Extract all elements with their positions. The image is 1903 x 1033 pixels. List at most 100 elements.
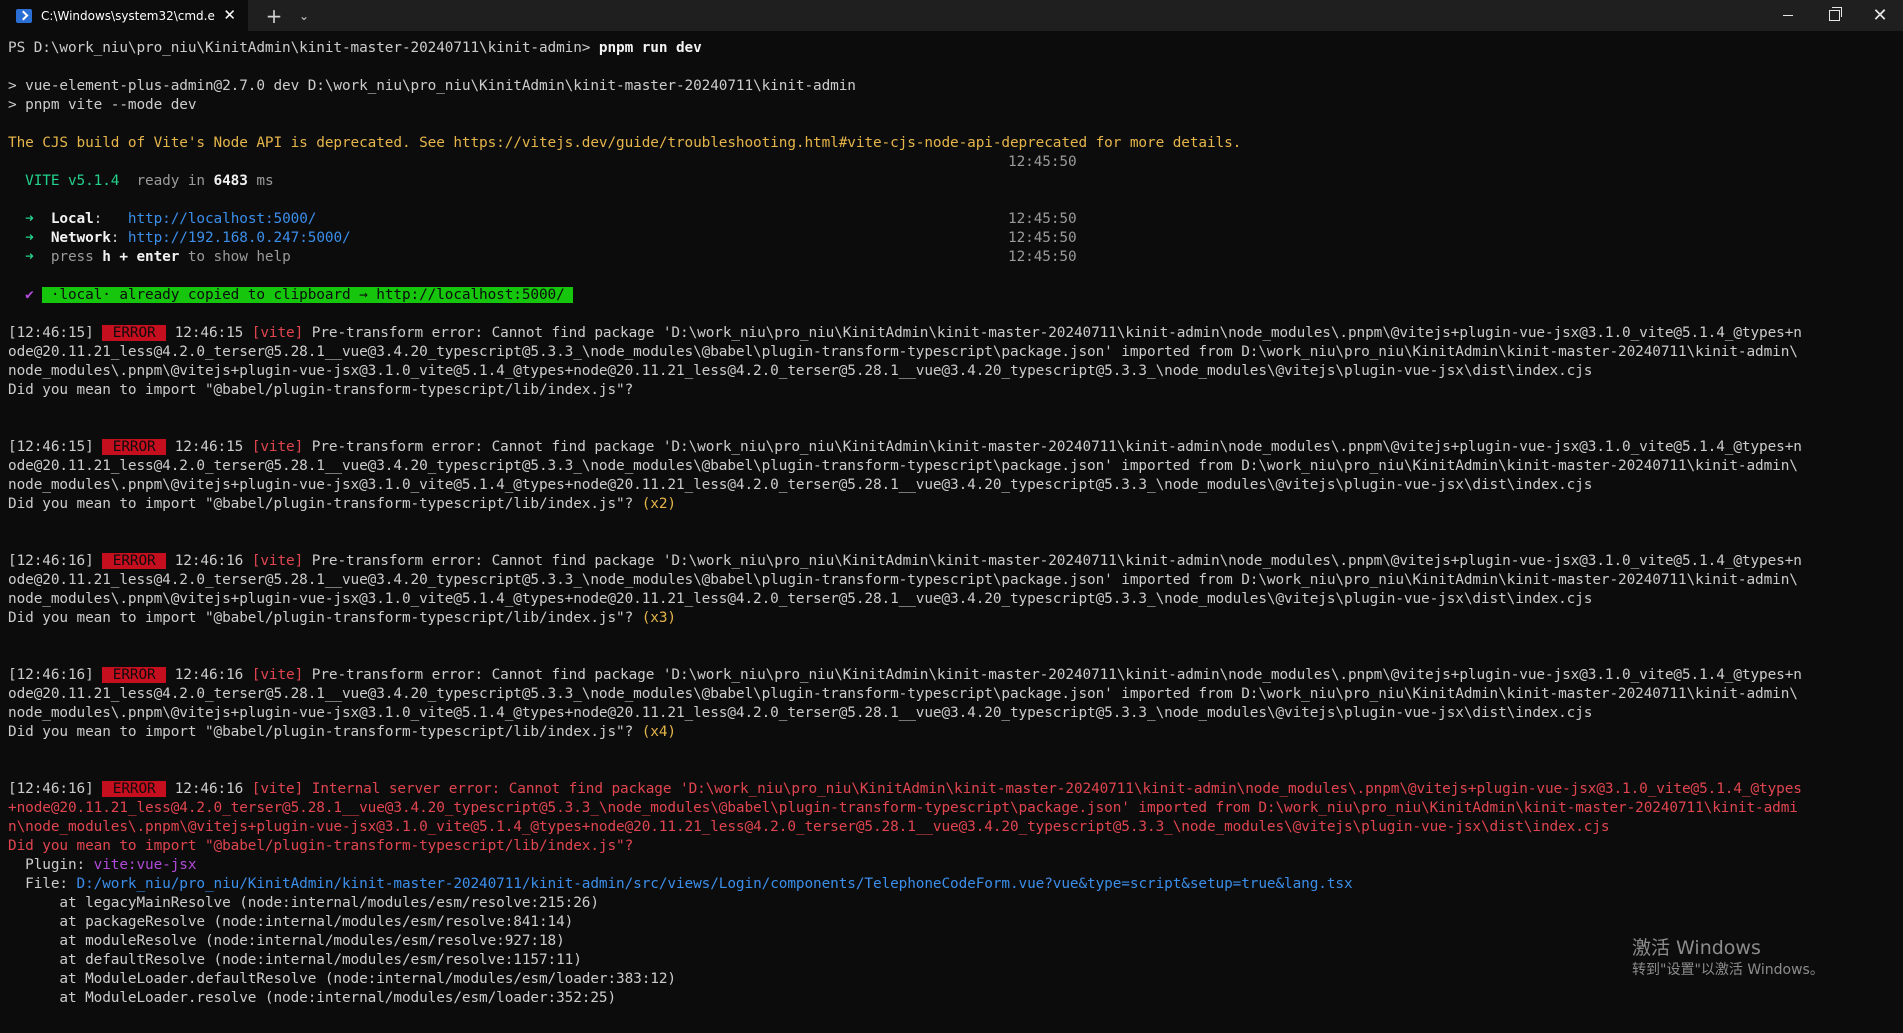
stack-line: at ModuleLoader.resolve (node:internal/m… xyxy=(8,990,617,1006)
window-controls: ✕ xyxy=(1765,0,1903,31)
error-timestamp: [12:46:16] xyxy=(8,667,103,683)
restore-button[interactable] xyxy=(1811,0,1857,31)
clipboard-badge: ·local· already copied to clipboard → ht… xyxy=(42,287,574,303)
error-hint: Did you mean to import "@babel/plugin-tr… xyxy=(8,496,634,512)
arrow-icon: ➜ xyxy=(8,211,51,227)
error-message: Pre-transform error: Cannot find package… xyxy=(303,667,1802,683)
error-line3: node_modules\.pnpm\@vitejs+plugin-vue-js… xyxy=(8,363,1593,379)
vite-tag: [vite] xyxy=(251,781,304,797)
stack-line: at defaultResolve (node:internal/modules… xyxy=(8,952,582,968)
error-line3: node_modules\.pnpm\@vitejs+plugin-vue-js… xyxy=(8,477,1593,493)
error-line-1: [12:46:16] ERROR 12:46:16 [vite] Pre-tra… xyxy=(8,552,1898,571)
script-line: > pnpm vite --mode dev xyxy=(8,97,197,113)
file-path-link[interactable]: D:/work_niu/pro_niu/KinitAdmin/kinit-mas… xyxy=(77,876,1353,892)
repeat-count: (x2) xyxy=(633,496,676,512)
vite-tag: [vite] xyxy=(251,553,304,569)
clipboard-line: ✔ ·local· already copied to clipboard → … xyxy=(8,286,1898,305)
local-url-link[interactable]: http://localhost:5000/ xyxy=(128,211,317,227)
help-text: press xyxy=(50,249,103,265)
cjs-warning: The CJS build of Vite's Node API is depr… xyxy=(8,135,1242,151)
internal-error-line-1: [12:46:16] ERROR 12:46:16 [vite] Interna… xyxy=(8,780,1898,799)
restore-icon xyxy=(1828,7,1842,21)
plugin-line: Plugin: vite:vue-jsx xyxy=(8,856,1898,875)
timestamp: 12:45:50 xyxy=(1008,249,1077,265)
vite-tag: [vite] xyxy=(251,439,304,455)
minimize-icon xyxy=(1783,15,1793,16)
local-label: Local xyxy=(50,211,94,227)
tab-dropdown-chevron-icon[interactable]: ⌄ xyxy=(292,0,316,31)
error-badge: ERROR xyxy=(102,325,167,341)
network-url-link[interactable]: http://192.168.0.247:5000/ xyxy=(128,230,351,246)
internal-error-line-2: +node@20.11.21_less@4.2.0_terser@5.28.1_… xyxy=(8,800,1798,816)
error-list: [12:46:15] ERROR 12:46:15 [vite] Pre-tra… xyxy=(8,324,1898,780)
close-window-button[interactable]: ✕ xyxy=(1857,0,1903,31)
terminal-output[interactable]: PS D:\work_niu\pro_niu\KinitAdmin\kinit-… xyxy=(8,39,1898,1029)
error-timestamp: [12:46:15] xyxy=(8,439,103,455)
tab-close-icon[interactable]: ✕ xyxy=(223,6,236,24)
check-icon: ✔ xyxy=(8,287,43,303)
internal-error-line-4: Did you mean to import "@babel/plugin-tr… xyxy=(8,838,634,854)
error-line2: ode@20.11.21_less@4.2.0_terser@5.28.1__v… xyxy=(8,344,1798,360)
error-timestamp: [12:46:15] xyxy=(8,325,103,341)
help-key: h + enter xyxy=(102,249,180,265)
vite-ready-label: ready in xyxy=(119,173,214,189)
timestamp: 12:45:50 xyxy=(1008,154,1077,170)
plugin-label: Plugin: xyxy=(8,857,94,873)
watermark-title: 激活 Windows xyxy=(1632,937,1761,959)
repeat-count: (x4) xyxy=(633,724,676,740)
network-url-line: ➜ Network: http://192.168.0.247:5000/12:… xyxy=(8,229,1898,248)
local-colon: : xyxy=(93,211,128,227)
local-url-line: ➜ Local: http://localhost:5000/12:45:50 xyxy=(8,210,1898,229)
error-time: 12:46:16 xyxy=(166,553,252,569)
stack-line: at packageResolve (node:internal/modules… xyxy=(8,914,574,930)
prompt-command: pnpm run dev xyxy=(598,40,702,56)
terminal-tab[interactable]: C:\Windows\system32\cmd.e ✕ xyxy=(0,0,248,31)
timestamp-line: 12:45:50 xyxy=(8,153,1898,172)
error-line2: ode@20.11.21_less@4.2.0_terser@5.28.1__v… xyxy=(8,572,1798,588)
timestamp: 12:45:50 xyxy=(1008,211,1077,227)
error-message: Pre-transform error: Cannot find package… xyxy=(303,325,1802,341)
arrow-icon: ➜ xyxy=(8,230,51,246)
minimize-button[interactable] xyxy=(1765,0,1811,31)
error-line-1: [12:46:15] ERROR 12:46:15 [vite] Pre-tra… xyxy=(8,438,1898,457)
vite-ready-unit: ms xyxy=(247,173,274,189)
error-line3: node_modules\.pnpm\@vitejs+plugin-vue-js… xyxy=(8,591,1593,607)
file-label: File: xyxy=(8,876,77,892)
file-line: File: D:/work_niu/pro_niu/KinitAdmin/kin… xyxy=(8,875,1898,894)
tab-title: C:\Windows\system32\cmd.e xyxy=(41,8,215,23)
error-line4: Did you mean to import "@babel/plugin-tr… xyxy=(8,381,1898,400)
error-message: Pre-transform error: Cannot find package… xyxy=(303,553,1802,569)
error-line-1: [12:46:16] ERROR 12:46:16 [vite] Pre-tra… xyxy=(8,666,1898,685)
error-hint: Did you mean to import "@babel/plugin-tr… xyxy=(8,382,634,398)
error-line2: ode@20.11.21_less@4.2.0_terser@5.28.1__v… xyxy=(8,686,1798,702)
error-hint: Did you mean to import "@babel/plugin-tr… xyxy=(8,724,634,740)
error-time: 12:46:15 xyxy=(166,439,252,455)
error-line2: ode@20.11.21_less@4.2.0_terser@5.28.1__v… xyxy=(8,458,1798,474)
error-time: 12:46:16 xyxy=(166,667,252,683)
watermark-subtitle: 转到"设置"以激活 Windows。 xyxy=(1632,962,1824,978)
network-label: Network xyxy=(50,230,111,246)
arrow-icon: ➜ xyxy=(8,249,51,265)
error-line3: node_modules\.pnpm\@vitejs+plugin-vue-js… xyxy=(8,705,1593,721)
help-line: ➜ press h + enter to show help 12:45:50 xyxy=(8,248,1898,267)
prompt-line: PS D:\work_niu\pro_niu\KinitAdmin\kinit-… xyxy=(8,39,1898,58)
title-bar: C:\Windows\system32\cmd.e ✕ + ⌄ ✕ xyxy=(0,0,1903,31)
network-colon: : xyxy=(110,230,128,246)
vite-ready-ms: 6483 xyxy=(213,173,248,189)
vite-tag: [vite] xyxy=(251,667,304,683)
error-badge: ERROR xyxy=(102,667,167,683)
error-hint: Did you mean to import "@babel/plugin-tr… xyxy=(8,610,634,626)
vite-version: VITE v5.1.4 xyxy=(8,173,120,189)
new-tab-button[interactable]: + xyxy=(256,0,292,31)
